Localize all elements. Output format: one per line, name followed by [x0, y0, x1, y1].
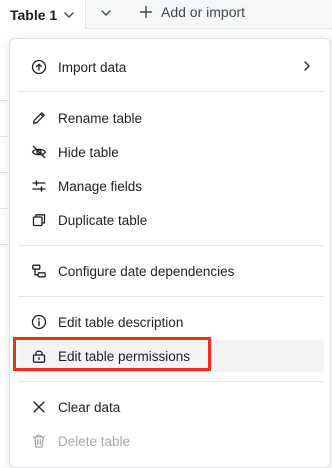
menu-item-delete-table: Delete table [18, 425, 324, 457]
table-options-menu: Import data Rename table Hide table Mana… [9, 38, 331, 468]
menu-item-label: Edit table permissions [58, 348, 191, 364]
menu-item-label: Import data [58, 59, 127, 75]
menu-item-label: Edit table description [58, 314, 184, 330]
menu-divider [18, 381, 324, 382]
plus-icon [139, 5, 153, 19]
grid-background [0, 28, 8, 464]
menu-item-import-data[interactable]: Import data [18, 51, 324, 83]
menu-divider [18, 296, 324, 297]
menu-item-clear-data[interactable]: Clear data [18, 391, 324, 423]
menu-divider [18, 91, 324, 92]
chevron-down-icon[interactable] [63, 9, 75, 21]
tab-table-1[interactable]: Table 1 [0, 0, 86, 29]
trash-icon [30, 432, 48, 450]
all-tables-chevron-down-icon[interactable] [99, 6, 113, 20]
sliders-icon [30, 177, 48, 195]
menu-item-label: Configure date dependencies [58, 263, 235, 279]
pencil-icon [30, 109, 48, 127]
timeline-icon [30, 262, 48, 280]
menu-item-manage-fields[interactable]: Manage fields [18, 170, 324, 202]
menu-divider [18, 245, 324, 246]
menu-item-label: Delete table [58, 433, 131, 449]
table-tab-bar: Table 1 Add or import [0, 0, 332, 29]
menu-item-edit-table-description[interactable]: Edit table description [18, 306, 324, 338]
menu-item-duplicate-table[interactable]: Duplicate table [18, 204, 324, 236]
add-or-import-label: Add or import [161, 4, 246, 20]
tab-label: Table 1 [10, 6, 58, 23]
add-or-import-button[interactable]: Add or import [139, 4, 245, 20]
lock-icon [30, 347, 48, 365]
menu-item-label: Manage fields [58, 178, 143, 194]
menu-item-label: Duplicate table [58, 212, 148, 228]
arrow-up-circle-icon [30, 58, 48, 76]
x-icon [30, 398, 48, 416]
chevron-right-icon [300, 59, 314, 73]
menu-item-label: Hide table [58, 144, 119, 160]
info-icon [30, 313, 48, 331]
menu-item-hide-table[interactable]: Hide table [18, 136, 324, 168]
eye-slash-icon [30, 143, 48, 161]
menu-item-rename-table[interactable]: Rename table [18, 102, 324, 134]
menu-item-label: Clear data [58, 399, 121, 415]
menu-item-edit-table-permissions[interactable]: Edit table permissions [18, 340, 324, 372]
menu-item-configure-date-dependencies[interactable]: Configure date dependencies [18, 255, 324, 287]
menu-item-label: Rename table [58, 110, 143, 126]
copy-icon [30, 211, 48, 229]
